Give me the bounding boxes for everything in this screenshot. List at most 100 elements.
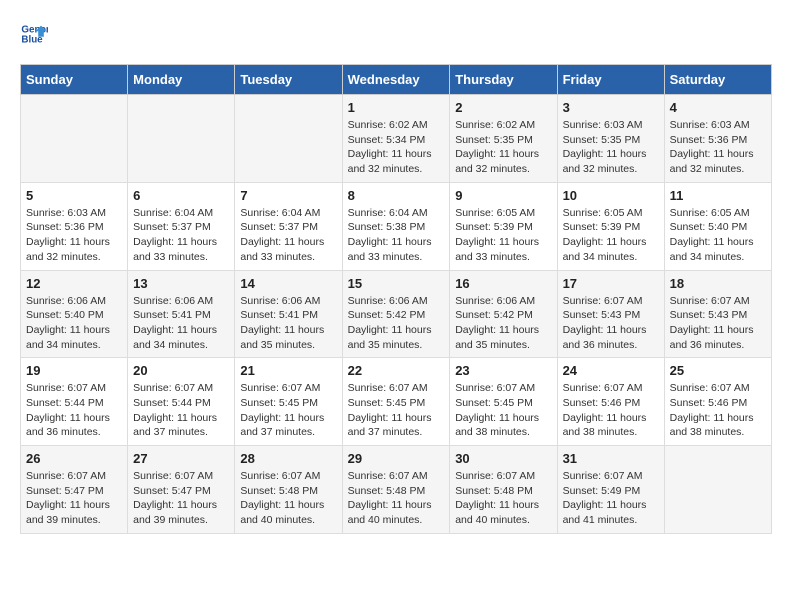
day-info: Sunrise: 6:07 AM Sunset: 5:43 PM Dayligh… [670,294,766,353]
day-info: Sunrise: 6:07 AM Sunset: 5:45 PM Dayligh… [348,381,445,440]
day-info: Sunrise: 6:07 AM Sunset: 5:44 PM Dayligh… [26,381,122,440]
sunset-text: Sunset: 5:36 PM [26,221,104,233]
sunrise-text: Sunrise: 6:06 AM [26,295,106,307]
calendar-cell: 12 Sunrise: 6:06 AM Sunset: 5:40 PM Dayl… [21,270,128,358]
daylight-text: Daylight: 11 hours and 34 minutes. [26,324,110,351]
calendar-cell: 31 Sunrise: 6:07 AM Sunset: 5:49 PM Dayl… [557,446,664,534]
daylight-text: Daylight: 11 hours and 34 minutes. [563,236,647,263]
calendar-cell: 30 Sunrise: 6:07 AM Sunset: 5:48 PM Dayl… [450,446,557,534]
calendar-week-row: 1 Sunrise: 6:02 AM Sunset: 5:34 PM Dayli… [21,95,772,183]
logo: General Blue [20,20,50,48]
daylight-text: Daylight: 11 hours and 36 minutes. [26,412,110,439]
calendar-cell: 23 Sunrise: 6:07 AM Sunset: 5:45 PM Dayl… [450,358,557,446]
daylight-text: Daylight: 11 hours and 32 minutes. [348,148,432,175]
calendar-cell: 1 Sunrise: 6:02 AM Sunset: 5:34 PM Dayli… [342,95,450,183]
day-info: Sunrise: 6:03 AM Sunset: 5:35 PM Dayligh… [563,118,659,177]
day-number: 4 [670,100,766,115]
sunset-text: Sunset: 5:43 PM [670,309,748,321]
day-info: Sunrise: 6:07 AM Sunset: 5:46 PM Dayligh… [670,381,766,440]
page-header: General Blue [20,20,772,48]
calendar-cell: 7 Sunrise: 6:04 AM Sunset: 5:37 PM Dayli… [235,182,342,270]
daylight-text: Daylight: 11 hours and 34 minutes. [133,324,217,351]
calendar-table: SundayMondayTuesdayWednesdayThursdayFrid… [20,64,772,534]
day-info: Sunrise: 6:02 AM Sunset: 5:35 PM Dayligh… [455,118,551,177]
weekday-header: Saturday [664,65,771,95]
day-info: Sunrise: 6:05 AM Sunset: 5:39 PM Dayligh… [455,206,551,265]
sunrise-text: Sunrise: 6:07 AM [670,295,750,307]
sunset-text: Sunset: 5:47 PM [26,485,104,497]
sunset-text: Sunset: 5:36 PM [670,134,748,146]
day-info: Sunrise: 6:07 AM Sunset: 5:45 PM Dayligh… [240,381,336,440]
day-number: 18 [670,276,766,291]
day-info: Sunrise: 6:05 AM Sunset: 5:39 PM Dayligh… [563,206,659,265]
day-info: Sunrise: 6:06 AM Sunset: 5:41 PM Dayligh… [240,294,336,353]
daylight-text: Daylight: 11 hours and 32 minutes. [26,236,110,263]
weekday-header: Thursday [450,65,557,95]
day-number: 26 [26,451,122,466]
sunrise-text: Sunrise: 6:04 AM [240,207,320,219]
sunset-text: Sunset: 5:45 PM [455,397,533,409]
daylight-text: Daylight: 11 hours and 39 minutes. [26,499,110,526]
calendar-cell [128,95,235,183]
daylight-text: Daylight: 11 hours and 33 minutes. [348,236,432,263]
calendar-cell: 4 Sunrise: 6:03 AM Sunset: 5:36 PM Dayli… [664,95,771,183]
calendar-cell: 24 Sunrise: 6:07 AM Sunset: 5:46 PM Dayl… [557,358,664,446]
sunset-text: Sunset: 5:40 PM [26,309,104,321]
day-info: Sunrise: 6:07 AM Sunset: 5:48 PM Dayligh… [455,469,551,528]
calendar-cell: 10 Sunrise: 6:05 AM Sunset: 5:39 PM Dayl… [557,182,664,270]
calendar-cell: 13 Sunrise: 6:06 AM Sunset: 5:41 PM Dayl… [128,270,235,358]
sunrise-text: Sunrise: 6:03 AM [670,119,750,131]
day-info: Sunrise: 6:07 AM Sunset: 5:48 PM Dayligh… [240,469,336,528]
sunset-text: Sunset: 5:46 PM [563,397,641,409]
day-number: 17 [563,276,659,291]
calendar-cell: 6 Sunrise: 6:04 AM Sunset: 5:37 PM Dayli… [128,182,235,270]
day-number: 8 [348,188,445,203]
sunrise-text: Sunrise: 6:07 AM [455,382,535,394]
sunrise-text: Sunrise: 6:04 AM [133,207,213,219]
day-number: 13 [133,276,229,291]
calendar-cell: 27 Sunrise: 6:07 AM Sunset: 5:47 PM Dayl… [128,446,235,534]
sunrise-text: Sunrise: 6:07 AM [455,470,535,482]
day-info: Sunrise: 6:07 AM Sunset: 5:43 PM Dayligh… [563,294,659,353]
day-number: 1 [348,100,445,115]
calendar-cell: 11 Sunrise: 6:05 AM Sunset: 5:40 PM Dayl… [664,182,771,270]
calendar-cell: 25 Sunrise: 6:07 AM Sunset: 5:46 PM Dayl… [664,358,771,446]
day-info: Sunrise: 6:04 AM Sunset: 5:37 PM Dayligh… [133,206,229,265]
daylight-text: Daylight: 11 hours and 37 minutes. [240,412,324,439]
sunset-text: Sunset: 5:48 PM [455,485,533,497]
sunset-text: Sunset: 5:34 PM [348,134,426,146]
calendar-week-row: 5 Sunrise: 6:03 AM Sunset: 5:36 PM Dayli… [21,182,772,270]
sunset-text: Sunset: 5:48 PM [240,485,318,497]
calendar-cell: 3 Sunrise: 6:03 AM Sunset: 5:35 PM Dayli… [557,95,664,183]
sunset-text: Sunset: 5:41 PM [240,309,318,321]
daylight-text: Daylight: 11 hours and 40 minutes. [348,499,432,526]
day-info: Sunrise: 6:04 AM Sunset: 5:37 PM Dayligh… [240,206,336,265]
daylight-text: Daylight: 11 hours and 40 minutes. [455,499,539,526]
day-number: 11 [670,188,766,203]
daylight-text: Daylight: 11 hours and 38 minutes. [670,412,754,439]
day-info: Sunrise: 6:07 AM Sunset: 5:44 PM Dayligh… [133,381,229,440]
daylight-text: Daylight: 11 hours and 35 minutes. [348,324,432,351]
sunset-text: Sunset: 5:44 PM [26,397,104,409]
weekday-header: Sunday [21,65,128,95]
sunrise-text: Sunrise: 6:03 AM [563,119,643,131]
sunrise-text: Sunrise: 6:07 AM [563,295,643,307]
sunset-text: Sunset: 5:42 PM [348,309,426,321]
day-number: 5 [26,188,122,203]
calendar-week-row: 19 Sunrise: 6:07 AM Sunset: 5:44 PM Dayl… [21,358,772,446]
day-info: Sunrise: 6:04 AM Sunset: 5:38 PM Dayligh… [348,206,445,265]
sunrise-text: Sunrise: 6:07 AM [348,470,428,482]
sunrise-text: Sunrise: 6:07 AM [240,382,320,394]
sunset-text: Sunset: 5:35 PM [455,134,533,146]
calendar-cell [664,446,771,534]
daylight-text: Daylight: 11 hours and 37 minutes. [348,412,432,439]
sunset-text: Sunset: 5:46 PM [670,397,748,409]
weekday-header: Friday [557,65,664,95]
day-number: 2 [455,100,551,115]
calendar-cell: 5 Sunrise: 6:03 AM Sunset: 5:36 PM Dayli… [21,182,128,270]
sunset-text: Sunset: 5:45 PM [240,397,318,409]
calendar-cell: 18 Sunrise: 6:07 AM Sunset: 5:43 PM Dayl… [664,270,771,358]
day-number: 6 [133,188,229,203]
day-info: Sunrise: 6:07 AM Sunset: 5:46 PM Dayligh… [563,381,659,440]
calendar-cell: 8 Sunrise: 6:04 AM Sunset: 5:38 PM Dayli… [342,182,450,270]
